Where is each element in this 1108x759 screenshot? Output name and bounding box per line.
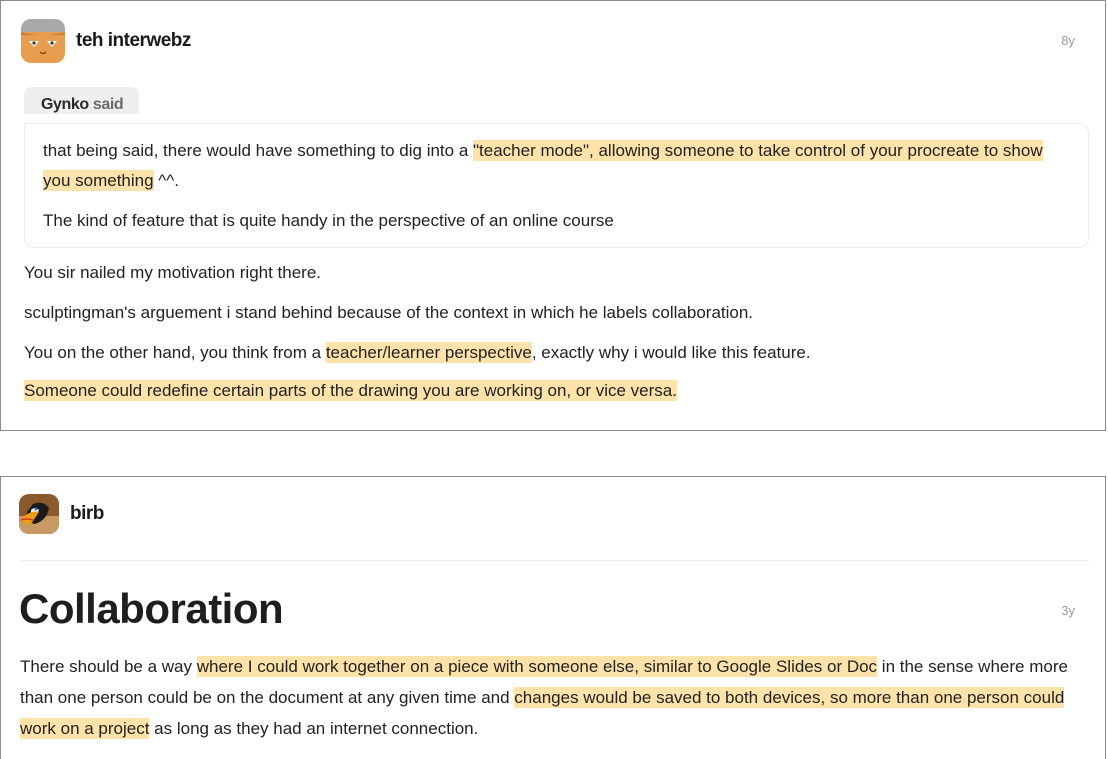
quote-author: Gynko [41,96,89,113]
post-header: birb [19,494,104,534]
post-card: birb Collaboration 3y There should be a … [0,476,1106,759]
post-paragraph: Someone could redefine certain parts of … [24,380,677,401]
post-timestamp[interactable]: 3y [1061,603,1075,618]
post-paragraph: sculptingman's arguement i stand behind … [24,303,754,322]
quote-paragraph: that being said, there would have someth… [43,136,1073,196]
author-name[interactable]: teh interwebz [76,30,191,52]
author-name[interactable]: birb [70,503,104,525]
highlighted-text: Someone could redefine certain parts of … [24,380,677,401]
quote-block: that being said, there would have someth… [24,123,1089,248]
post-header: teh interwebz [21,19,191,63]
toucan-avatar-icon[interactable] [19,494,59,534]
post-paragraph: You sir nailed my motivation right there… [24,263,322,282]
cat-face-avatar-icon[interactable] [21,19,65,63]
post-title: Collaboration [19,585,284,632]
highlighted-text: teacher/learner perspective [325,342,532,363]
quote-said-label: said [92,96,124,113]
quote-paragraph: The kind of feature that is quite handy … [43,211,614,230]
post-text: , exactly why i would like this feature. [531,343,811,362]
highlighted-text: where I could work together on a piece w… [196,656,878,677]
post-paragraph: There should be a way where I could work… [20,651,1095,744]
post-text: There should be a way [20,657,197,676]
post-card: teh interwebz 8y Gynko said that being s… [0,0,1106,431]
quote-text: ^^. [153,171,179,190]
quote-attribution[interactable]: Gynko said [24,87,140,114]
header-divider [21,560,1089,561]
post-paragraph: You on the other hand, you think from a … [24,342,811,363]
post-timestamp[interactable]: 8y [1061,33,1075,48]
post-text: as long as they had an internet connecti… [149,719,479,738]
post-text: You on the other hand, you think from a [24,343,326,362]
quote-text: that being said, there would have someth… [43,141,474,160]
